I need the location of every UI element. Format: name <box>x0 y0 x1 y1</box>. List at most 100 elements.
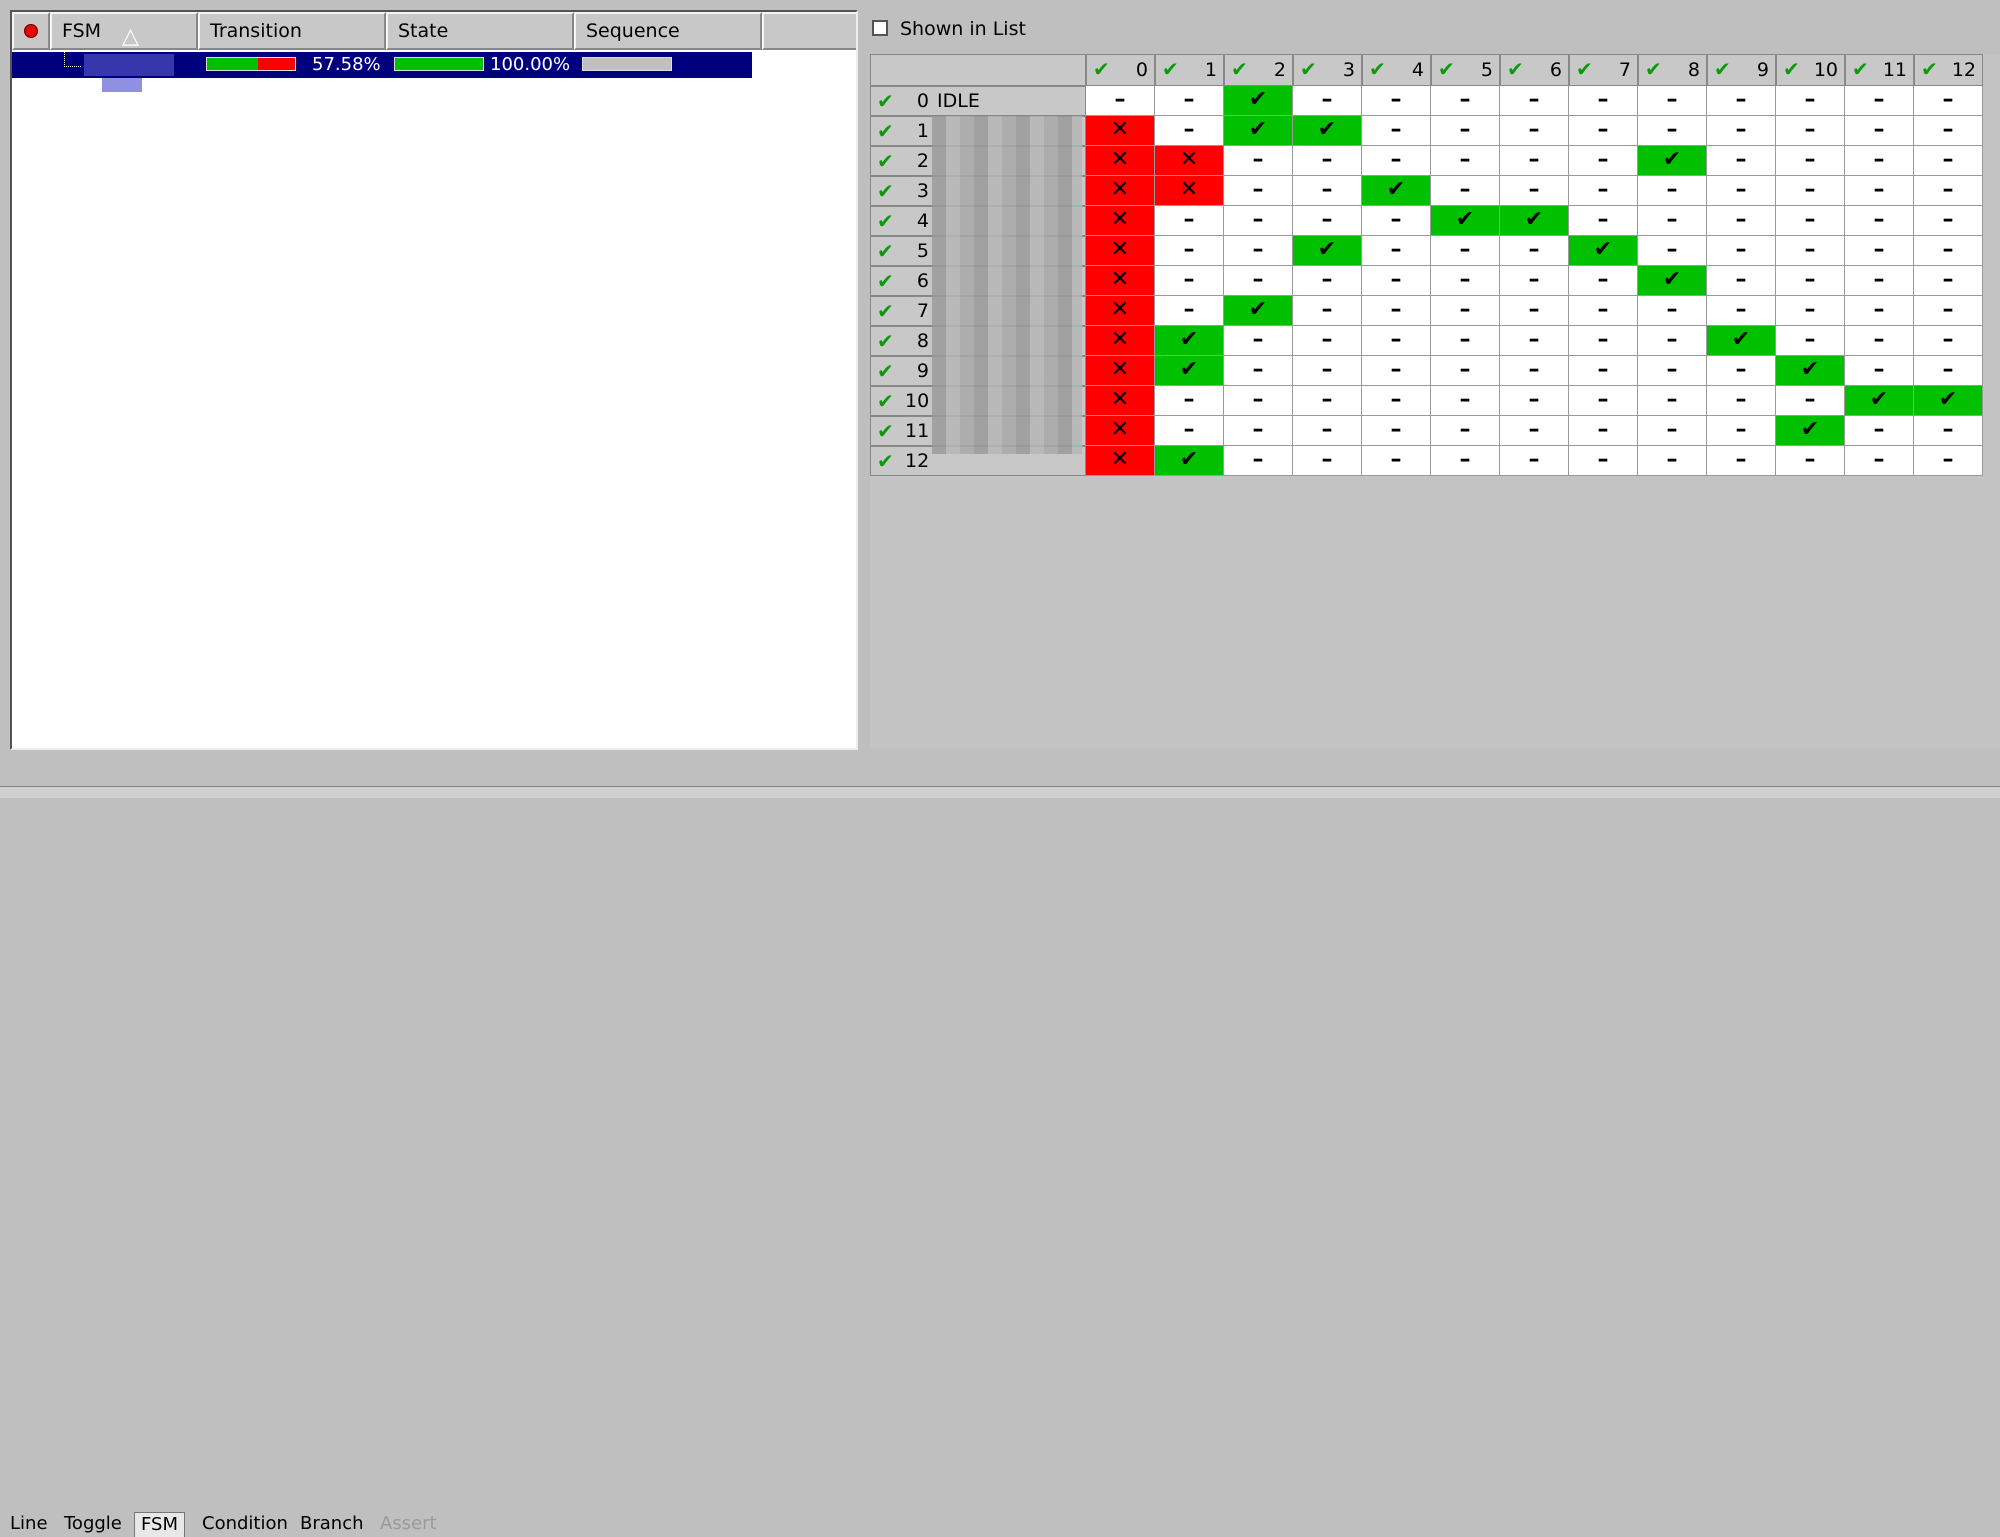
tab-line[interactable]: Line <box>4 1512 54 1536</box>
transition-cell[interactable]: – <box>1707 296 1776 326</box>
transition-cell[interactable]: ✕ <box>1086 116 1155 146</box>
transition-cell[interactable]: – <box>1224 266 1293 296</box>
transition-cell[interactable]: ✕ <box>1155 176 1224 206</box>
transition-cell[interactable]: – <box>1914 176 1983 206</box>
transition-cell[interactable]: – <box>1638 326 1707 356</box>
transition-cell[interactable]: – <box>1914 86 1983 116</box>
transition-cell[interactable]: ✔ <box>1362 176 1431 206</box>
transition-cell[interactable]: – <box>1362 206 1431 236</box>
transition-cell[interactable]: – <box>1155 206 1224 236</box>
transition-cell[interactable]: – <box>1845 206 1914 236</box>
transition-cell[interactable]: – <box>1500 146 1569 176</box>
transition-cell[interactable]: – <box>1155 236 1224 266</box>
transition-cell[interactable]: – <box>1845 236 1914 266</box>
transition-cell[interactable]: – <box>1500 386 1569 416</box>
transition-cell[interactable]: – <box>1914 296 1983 326</box>
transition-cell[interactable]: – <box>1707 386 1776 416</box>
transition-cell[interactable]: ✔ <box>1293 116 1362 146</box>
transition-cell[interactable]: – <box>1500 326 1569 356</box>
transition-cell[interactable]: – <box>1707 356 1776 386</box>
transition-cell[interactable]: – <box>1293 296 1362 326</box>
transition-cell[interactable]: – <box>1362 416 1431 446</box>
transition-cell[interactable]: ✔ <box>1638 146 1707 176</box>
transition-cell[interactable]: – <box>1500 176 1569 206</box>
transition-cell[interactable]: – <box>1776 176 1845 206</box>
transition-cell[interactable]: – <box>1776 206 1845 236</box>
transition-cell[interactable]: – <box>1362 236 1431 266</box>
transition-cell[interactable]: – <box>1431 116 1500 146</box>
transition-cell[interactable]: – <box>1638 446 1707 476</box>
transition-cell[interactable]: ✔ <box>1224 296 1293 326</box>
transition-cell[interactable]: – <box>1224 236 1293 266</box>
transition-cell[interactable]: ✔ <box>1224 86 1293 116</box>
transition-cell[interactable]: – <box>1914 116 1983 146</box>
tab-fsm[interactable]: FSM <box>134 1512 185 1537</box>
column-header-fsm[interactable]: FSM △ <box>50 12 198 50</box>
transition-cell[interactable]: – <box>1431 236 1500 266</box>
transition-cell[interactable]: ✔ <box>1431 206 1500 236</box>
fsm-tree-pane[interactable]: FSM △ Transition State Sequence 57.58% 1… <box>10 10 858 750</box>
column-header-state-0[interactable]: ✔ 0 <box>1086 54 1155 86</box>
transition-cell[interactable]: – <box>1845 416 1914 446</box>
fsm-row-selected[interactable]: 57.58% 100.00% <box>12 52 752 78</box>
transition-cell[interactable]: – <box>1500 446 1569 476</box>
transition-cell[interactable]: – <box>1362 326 1431 356</box>
transition-cell[interactable]: ✔ <box>1707 326 1776 356</box>
transition-cell[interactable]: – <box>1707 236 1776 266</box>
transition-cell[interactable]: ✔ <box>1914 386 1983 416</box>
transition-cell[interactable]: – <box>1776 116 1845 146</box>
transition-cell[interactable]: – <box>1224 206 1293 236</box>
transition-cell[interactable]: – <box>1362 386 1431 416</box>
transition-cell[interactable]: ✔ <box>1155 326 1224 356</box>
column-header-state-6[interactable]: ✔ 6 <box>1500 54 1569 86</box>
transition-cell[interactable]: ✔ <box>1845 386 1914 416</box>
transition-cell[interactable]: – <box>1914 446 1983 476</box>
status-column-header[interactable] <box>12 12 50 50</box>
transition-cell[interactable]: – <box>1776 446 1845 476</box>
transition-cell[interactable]: – <box>1776 236 1845 266</box>
transition-cell[interactable]: – <box>1155 296 1224 326</box>
transition-cell[interactable]: – <box>1707 416 1776 446</box>
transition-cell[interactable]: ✔ <box>1155 446 1224 476</box>
column-header-state-9[interactable]: ✔ 9 <box>1707 54 1776 86</box>
transition-cell[interactable]: – <box>1155 416 1224 446</box>
transition-cell[interactable]: – <box>1707 206 1776 236</box>
transition-cell[interactable]: – <box>1569 86 1638 116</box>
transition-cell[interactable]: – <box>1569 296 1638 326</box>
transition-cell[interactable]: – <box>1707 146 1776 176</box>
transition-cell[interactable]: – <box>1293 386 1362 416</box>
transition-cell[interactable]: – <box>1776 296 1845 326</box>
column-header-state-12[interactable]: ✔ 12 <box>1914 54 1983 86</box>
column-header-state-8[interactable]: ✔ 8 <box>1638 54 1707 86</box>
transition-cell[interactable]: ✕ <box>1086 356 1155 386</box>
transition-cell[interactable]: – <box>1500 356 1569 386</box>
transition-cell[interactable]: ✕ <box>1086 266 1155 296</box>
transition-cell[interactable]: ✕ <box>1086 176 1155 206</box>
transition-cell[interactable]: – <box>1155 386 1224 416</box>
transition-cell[interactable]: – <box>1845 356 1914 386</box>
transition-cell[interactable]: ✔ <box>1224 116 1293 146</box>
column-header-state-7[interactable]: ✔ 7 <box>1569 54 1638 86</box>
transition-cell[interactable]: – <box>1845 266 1914 296</box>
transition-cell[interactable]: – <box>1707 86 1776 116</box>
transition-cell[interactable]: – <box>1914 356 1983 386</box>
transition-cell[interactable]: – <box>1431 326 1500 356</box>
transition-cell[interactable]: – <box>1362 356 1431 386</box>
transition-cell[interactable]: – <box>1500 236 1569 266</box>
transition-cell[interactable]: – <box>1293 446 1362 476</box>
transition-cell[interactable]: – <box>1431 356 1500 386</box>
transition-cell[interactable]: – <box>1845 296 1914 326</box>
transition-cell[interactable]: ✔ <box>1776 416 1845 446</box>
transition-cell[interactable]: – <box>1224 356 1293 386</box>
transition-cell[interactable]: – <box>1362 146 1431 176</box>
transition-cell[interactable]: – <box>1707 266 1776 296</box>
transition-cell[interactable]: – <box>1500 266 1569 296</box>
transition-cell[interactable]: – <box>1293 416 1362 446</box>
column-header-state-1[interactable]: ✔ 1 <box>1155 54 1224 86</box>
tab-condition[interactable]: Condition <box>196 1512 294 1536</box>
transition-cell[interactable]: – <box>1569 446 1638 476</box>
transition-cell[interactable]: – <box>1914 416 1983 446</box>
transition-cell[interactable]: – <box>1293 356 1362 386</box>
transition-cell[interactable]: – <box>1431 86 1500 116</box>
transition-cell[interactable]: – <box>1638 236 1707 266</box>
